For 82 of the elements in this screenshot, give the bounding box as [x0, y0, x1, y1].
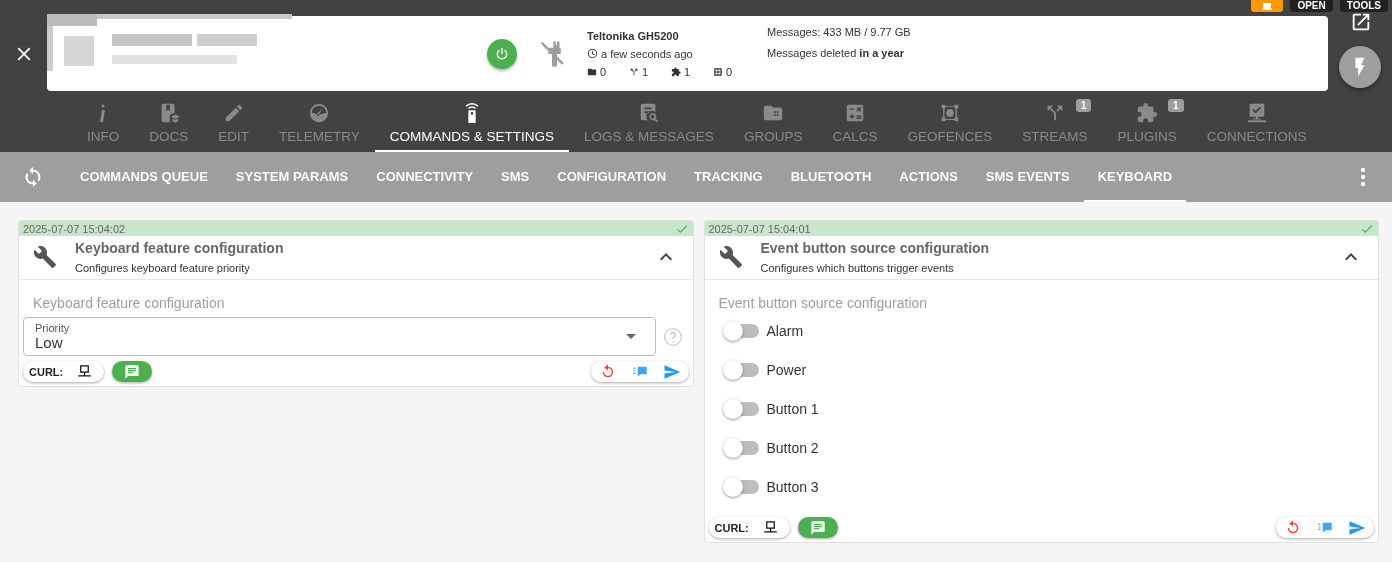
puzzle-icon — [671, 66, 681, 77]
device-model: Teltonika GH5200 — [587, 29, 680, 42]
toggle-switch[interactable] — [724, 401, 759, 416]
nav-tab[interactable]: LOGS & MESSAGES — [569, 100, 729, 152]
count-badge: 1 — [1168, 99, 1184, 112]
wrench-icon — [33, 245, 57, 269]
card-subtitle: Configures which buttons trigger events — [760, 262, 955, 274]
sub-tab[interactable]: SMS EVENTS — [971, 152, 1084, 202]
section-label: Keyboard feature configuration — [33, 295, 226, 311]
toggle-label: Button 1 — [766, 400, 819, 417]
counter-value: 0 — [600, 65, 607, 78]
nav-tab[interactable]: 1 STREAMS — [1007, 100, 1103, 152]
field-label: Priority — [35, 322, 71, 334]
toggle-label: Alarm — [766, 322, 804, 339]
info-icon — [99, 104, 108, 122]
toggle-label: Button 3 — [766, 478, 819, 495]
nav-tab[interactable]: EDIT — [203, 100, 265, 152]
nav-tab[interactable]: GEOFENCES — [892, 100, 1008, 152]
sub-tab[interactable]: ACTIONS — [885, 152, 972, 202]
field-value: Low — [35, 334, 64, 351]
nav-tab[interactable]: INFO — [72, 100, 135, 152]
monitor-icon — [77, 364, 93, 379]
monitor-check-icon — [1245, 102, 1268, 124]
last-seen-time: a few seconds ago — [601, 47, 693, 60]
sub-tab[interactable]: TRACKING — [680, 152, 777, 202]
message-button[interactable] — [797, 517, 838, 538]
clock-icon — [587, 48, 598, 59]
messages-size: Messages: 433 MB / 9.77 GB — [767, 26, 911, 38]
counter-value: 1 — [642, 65, 649, 78]
power-icon — [494, 45, 510, 62]
message-button[interactable] — [112, 361, 153, 382]
sub-tab[interactable]: KEYBOARD — [1083, 152, 1187, 202]
counter-value: 1 — [684, 65, 691, 78]
external-link-icon[interactable] — [1350, 11, 1372, 33]
section-label: Event button source configuration — [718, 295, 929, 311]
nav-tab[interactable]: CALCS — [817, 100, 893, 152]
count-badge: 1 — [1075, 99, 1092, 112]
priority-select[interactable]: Priority Low — [23, 317, 656, 356]
sub-tab[interactable]: CONNECTIVITY — [362, 152, 488, 202]
monitor-icon — [762, 520, 778, 535]
toggle-switch[interactable] — [724, 362, 759, 377]
nav-tab[interactable]: GROUPS — [728, 100, 818, 152]
toolbar-button[interactable]: OPEN — [1290, 0, 1333, 12]
timestamp: 2025-07-07 15:04:01 — [708, 222, 811, 235]
grid-icon — [713, 66, 723, 77]
gauge-icon — [308, 102, 331, 124]
sub-tab[interactable]: COMMANDS QUEUE — [66, 152, 222, 202]
nav-tab[interactable]: CONNECTIONS — [1191, 100, 1322, 152]
card-subtitle: Configures keyboard feature priority — [75, 262, 251, 274]
toggle-label: Power — [766, 361, 807, 378]
puzzle-icon — [1136, 102, 1159, 124]
wrench-icon — [718, 245, 743, 269]
power-button[interactable] — [487, 38, 517, 69]
chevron-icon — [1345, 253, 1357, 261]
sub-tab[interactable]: SMS — [487, 152, 544, 202]
nav-tab[interactable]: TELEMETRY — [264, 100, 375, 152]
timestamp: 2025-07-07 15:04:02 — [23, 222, 126, 235]
chevron-icon — [659, 253, 672, 261]
toggle-label: Button 2 — [766, 439, 819, 456]
toggle-switch[interactable] — [724, 479, 759, 494]
message-icon — [809, 519, 826, 536]
sub-tab[interactable]: SYSTEM PARAMS — [221, 152, 363, 202]
help-icon[interactable] — [662, 326, 683, 347]
card-title: Keyboard feature configuration — [75, 240, 285, 256]
nav-tab[interactable]: DOCS — [134, 100, 204, 152]
toolbar-button[interactable]: TOOLS — [1339, 0, 1388, 12]
alarm-bell-button[interactable] — [1251, 0, 1284, 12]
dropdown-arrow-icon — [625, 334, 636, 339]
message-icon — [124, 363, 141, 380]
sub-tab[interactable]: BLUETOOTH — [776, 152, 886, 202]
messages-retention: Messages deleted in a year — [767, 47, 905, 59]
counter-value: 0 — [726, 65, 733, 78]
toggle-switch[interactable] — [724, 440, 759, 455]
curl-button[interactable]: CURL: — [708, 517, 790, 538]
toggle-switch[interactable] — [724, 323, 759, 338]
nav-tab[interactable]: 1 PLUGINS — [1102, 100, 1192, 152]
sub-tab[interactable]: CONFIGURATION — [543, 152, 681, 202]
curl-button[interactable]: CURL: — [23, 361, 105, 382]
folder-icon — [587, 66, 597, 77]
lightning-button[interactable] — [1339, 46, 1381, 88]
card-title: Event button source configuration — [760, 240, 991, 256]
more-vertical-icon — [1360, 167, 1366, 187]
